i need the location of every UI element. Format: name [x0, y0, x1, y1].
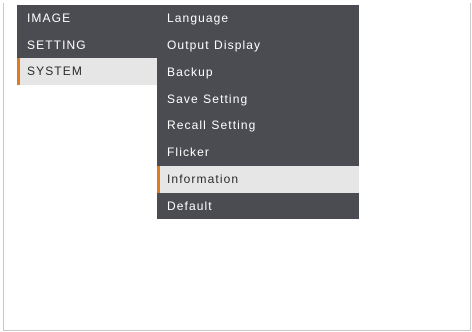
submenu-item-label: Flicker — [167, 145, 211, 159]
submenu-item-output-display[interactable]: Output Display — [157, 32, 359, 59]
submenu-item-default[interactable]: Default — [157, 193, 359, 220]
submenu-item-label: Output Display — [167, 38, 262, 52]
submenu-item-label: Save Setting — [167, 92, 249, 106]
submenu-item-recall-setting[interactable]: Recall Setting — [157, 112, 359, 139]
submenu-item-label: Default — [167, 199, 213, 213]
submenu-item-label: Backup — [167, 65, 214, 79]
menu-item-label: SETTING — [27, 38, 87, 52]
menu-item-system[interactable]: SYSTEM — [17, 58, 157, 85]
system-submenu: Language Output Display Backup Save Sett… — [157, 5, 359, 219]
submenu-item-information[interactable]: Information — [157, 166, 359, 193]
submenu-item-save-setting[interactable]: Save Setting — [157, 86, 359, 113]
submenu-item-label: Recall Setting — [167, 118, 257, 132]
submenu-item-label: Information — [167, 172, 240, 186]
submenu-item-language[interactable]: Language — [157, 5, 359, 32]
menu-item-label: IMAGE — [27, 11, 72, 25]
submenu-item-backup[interactable]: Backup — [157, 59, 359, 86]
menu-item-label: SYSTEM — [27, 64, 83, 78]
menu-item-image[interactable]: IMAGE — [17, 5, 157, 32]
menu-item-setting[interactable]: SETTING — [17, 32, 157, 59]
submenu-item-flicker[interactable]: Flicker — [157, 139, 359, 166]
submenu-item-label: Language — [167, 11, 230, 25]
main-menu: IMAGE SETTING SYSTEM — [17, 5, 157, 85]
